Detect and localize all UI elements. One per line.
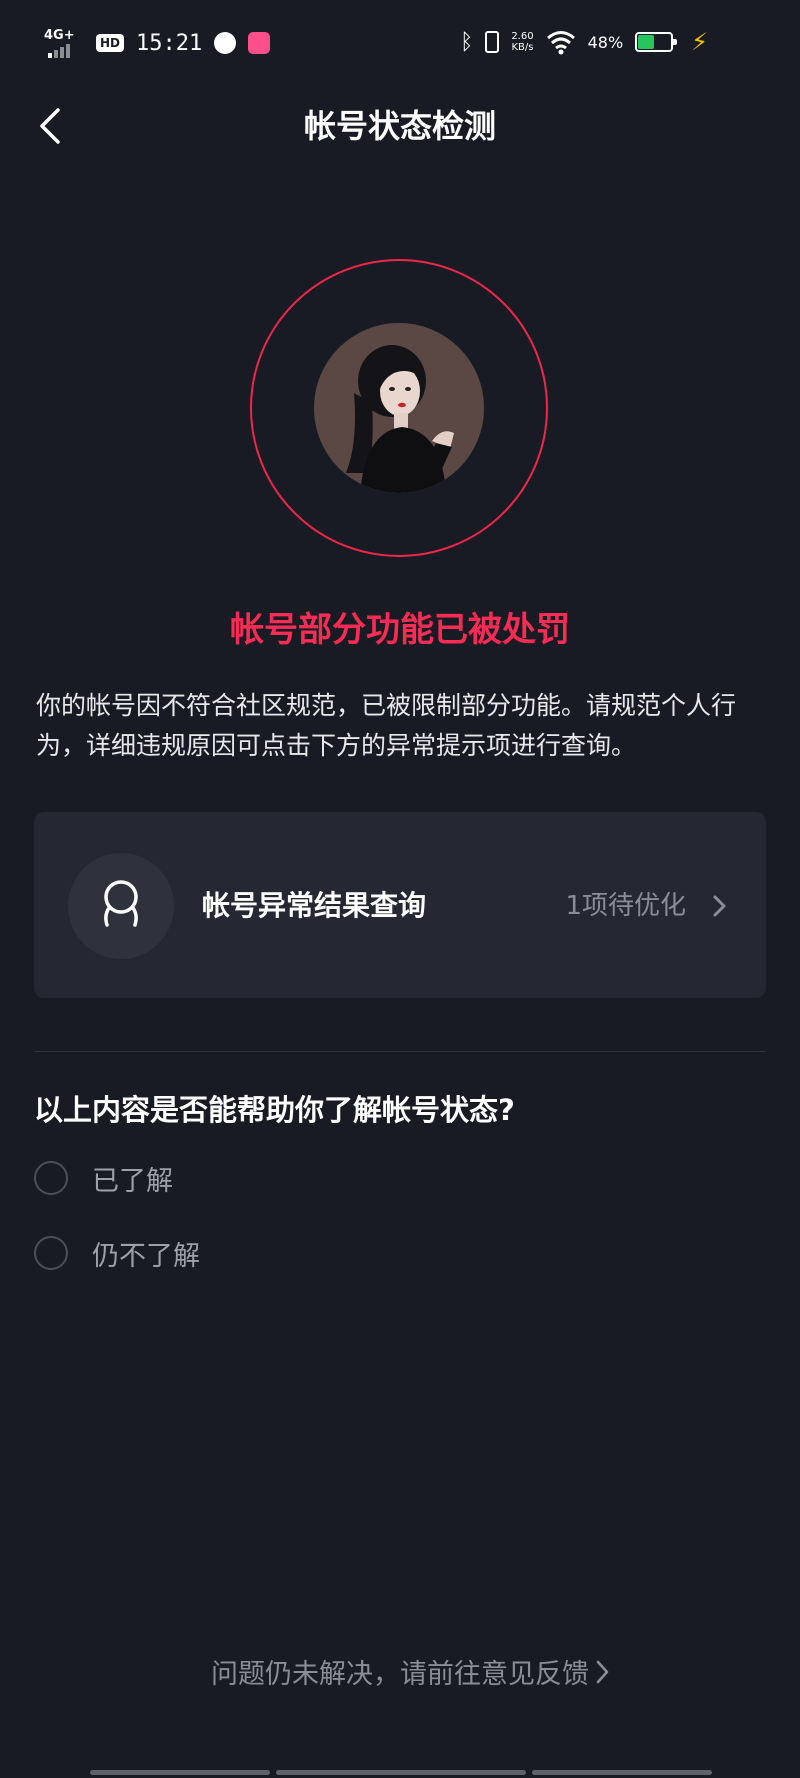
network-type: 4G+ xyxy=(44,28,75,43)
status-time: 15:21 xyxy=(136,30,203,56)
chevron-right-icon xyxy=(596,1660,609,1683)
header: 帐号状态检测 xyxy=(0,90,800,170)
net-speed-value: 2.60 xyxy=(511,31,534,42)
cellular-signal-icon: 4G+ xyxy=(44,28,84,58)
status-bar: 4G+ HD 15:21 ᛒ 2.60 KB/s 48% ⚡ xyxy=(0,0,800,90)
gesture-bar-segment xyxy=(532,1770,712,1775)
option-label: 已了解 xyxy=(92,1165,173,1197)
net-speed-unit: KB/s xyxy=(511,42,534,53)
option-understood[interactable]: 已了解 xyxy=(34,1158,173,1198)
wifi-icon xyxy=(546,31,575,55)
penalty-title: 帐号部分功能已被处罚 xyxy=(230,610,570,650)
app-notification-icon-2 xyxy=(248,32,271,54)
option-not-understood[interactable]: 仍不了解 xyxy=(34,1233,200,1273)
gesture-bar-segment xyxy=(90,1770,270,1775)
card-label: 帐号异常结果查询 xyxy=(202,889,427,922)
battery-percent: 48% xyxy=(587,32,624,52)
chevron-right-icon xyxy=(713,895,726,917)
feedback-link-label: 问题仍未解决，请前往意见反馈 xyxy=(211,1659,589,1690)
bluetooth-icon: ᛒ xyxy=(460,29,474,55)
feedback-link[interactable]: 问题仍未解决，请前往意见反馈 xyxy=(0,1652,800,1691)
charging-bolt-icon: ⚡ xyxy=(691,28,708,56)
hd-badge: HD xyxy=(96,34,125,52)
penalty-description: 你的帐号因不符合社区规范，已被限制部分功能。请规范个人行为，详细违规原因可点击下… xyxy=(36,691,737,760)
radio-button[interactable] xyxy=(34,1236,68,1270)
option-label: 仍不了解 xyxy=(92,1240,200,1272)
person-outline-icon xyxy=(104,880,138,927)
card-status: 1项待优化 xyxy=(565,891,686,921)
avatar xyxy=(314,323,484,493)
network-speed: 2.60 KB/s xyxy=(511,31,533,53)
battery-icon xyxy=(635,32,678,52)
divider xyxy=(34,1051,766,1052)
survey-question: 以上内容是否能帮助你了解帐号状态? xyxy=(34,1093,515,1127)
card-icon-container xyxy=(68,853,174,959)
radio-button[interactable] xyxy=(34,1161,68,1195)
avatar-illustration xyxy=(314,323,484,493)
account-anomaly-query-card[interactable]: 帐号异常结果查询 1项待优化 xyxy=(34,812,766,998)
page-title: 帐号状态检测 xyxy=(303,107,496,145)
gesture-bar-segment xyxy=(276,1770,526,1775)
vibrate-icon xyxy=(485,31,500,53)
app-notification-icon xyxy=(214,32,237,54)
